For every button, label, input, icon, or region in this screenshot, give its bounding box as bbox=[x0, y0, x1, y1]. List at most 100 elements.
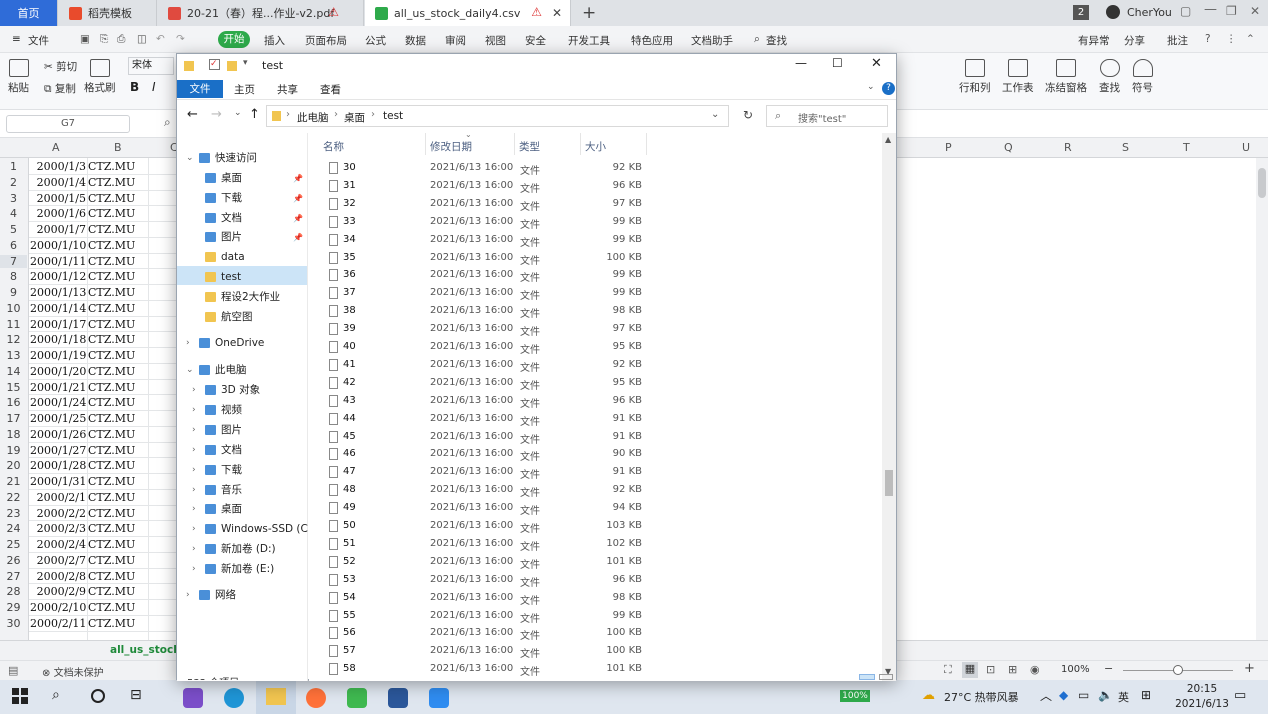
cell-ticker[interactable]: CTZ.MU bbox=[88, 554, 148, 567]
cell-ticker[interactable]: CTZ.MU bbox=[88, 381, 148, 394]
preview-icon[interactable]: ◫ bbox=[137, 33, 147, 45]
row-number[interactable]: 22 bbox=[0, 491, 27, 504]
row-number[interactable]: 21 bbox=[0, 475, 27, 488]
cortana-icon[interactable] bbox=[91, 689, 105, 703]
chevron-right-icon[interactable]: › bbox=[192, 421, 196, 440]
row-number[interactable]: 20 bbox=[0, 459, 27, 472]
qat-dropdown-icon[interactable]: ▾ bbox=[243, 58, 248, 68]
column-header-type[interactable]: 类型 bbox=[519, 139, 540, 154]
search-icon[interactable]: ⌕ bbox=[754, 33, 760, 46]
cell-ticker[interactable]: CTZ.MU bbox=[88, 522, 148, 535]
cell-ticker[interactable]: CTZ.MU bbox=[88, 412, 148, 425]
row-number[interactable]: 27 bbox=[0, 570, 27, 583]
weather-text[interactable]: 27°C 热带风暴 bbox=[944, 689, 1019, 705]
file-row[interactable]: 32 2021/6/13 16:00 文件 97 KB bbox=[327, 196, 657, 214]
clock-time[interactable]: 20:15 bbox=[1172, 683, 1232, 695]
cell-ticker[interactable]: CTZ.MU bbox=[88, 207, 148, 220]
visual-studio-icon[interactable] bbox=[183, 688, 203, 708]
chevron-right-icon[interactable]: › bbox=[192, 500, 196, 519]
menu-review[interactable]: 审阅 bbox=[445, 33, 466, 48]
cell-ticker[interactable]: CTZ.MU bbox=[88, 459, 148, 472]
copy-button[interactable]: ⧉ 复制 bbox=[44, 81, 76, 96]
cell-ticker[interactable]: CTZ.MU bbox=[88, 239, 148, 252]
rows-cols-button[interactable]: 行和列 bbox=[959, 59, 991, 95]
file-row[interactable]: 57 2021/6/13 16:00 文件 100 KB bbox=[327, 643, 657, 661]
file-row[interactable]: 39 2021/6/13 16:00 文件 97 KB bbox=[327, 321, 657, 339]
column-divider[interactable] bbox=[580, 133, 581, 155]
tab-docer[interactable]: 稻壳模板 bbox=[59, 0, 157, 26]
cell-date[interactable]: 2000/2/11 bbox=[30, 617, 86, 630]
help-icon[interactable]: ? bbox=[882, 82, 895, 95]
file-row[interactable]: 56 2021/6/13 16:00 文件 100 KB bbox=[327, 625, 657, 643]
row-number[interactable]: 15 bbox=[0, 381, 27, 394]
cell-date[interactable]: 2000/1/4 bbox=[30, 176, 86, 189]
eye-icon[interactable]: ◉ bbox=[1030, 663, 1040, 676]
find-button[interactable]: 查找 bbox=[1099, 59, 1120, 95]
cut-button[interactable]: ✂ 剪切 bbox=[44, 59, 77, 74]
cell-ticker[interactable]: CTZ.MU bbox=[88, 286, 148, 299]
print-icon[interactable]: ⎙ bbox=[117, 33, 125, 46]
cell-date[interactable]: 2000/2/1 bbox=[30, 491, 86, 504]
row-number[interactable]: 19 bbox=[0, 444, 27, 457]
cell-date[interactable]: 2000/1/3 bbox=[30, 160, 86, 173]
nav-pc-item[interactable]: › 图片 bbox=[192, 421, 242, 440]
redo-icon[interactable]: ↷ bbox=[176, 33, 185, 45]
nav-quick-item[interactable]: 图片 📌 bbox=[205, 228, 303, 247]
page-break-icon[interactable]: ⊡ bbox=[986, 663, 995, 676]
cell-date[interactable]: 2000/2/9 bbox=[30, 585, 86, 598]
file-row[interactable]: 47 2021/6/13 16:00 文件 91 KB bbox=[327, 464, 657, 482]
nav-quick-item[interactable]: 航空图 bbox=[205, 308, 253, 327]
cell-ticker[interactable]: CTZ.MU bbox=[88, 176, 148, 189]
forward-arrow-icon[interactable]: → bbox=[211, 107, 222, 122]
volume-icon[interactable]: 🔈 bbox=[1098, 688, 1113, 702]
nav-network[interactable]: › 网络 bbox=[186, 586, 236, 605]
network-icon[interactable]: ▭ bbox=[1078, 688, 1089, 702]
nav-quick-item[interactable]: test bbox=[205, 268, 241, 287]
nav-pc-item[interactable]: › 视频 bbox=[192, 401, 242, 420]
task-view-icon[interactable]: ⊟ bbox=[130, 687, 142, 703]
row-number[interactable]: 7 bbox=[0, 254, 27, 268]
windows-start-icon[interactable] bbox=[12, 688, 28, 704]
explorer-titlebar[interactable]: ✓ ▾ test — ☐ ✕ bbox=[177, 54, 896, 78]
cell-date[interactable]: 2000/1/11 bbox=[30, 255, 86, 268]
nav-quick-item[interactable]: data bbox=[205, 248, 245, 267]
file-row[interactable]: 40 2021/6/13 16:00 文件 95 KB bbox=[327, 339, 657, 357]
cell-date[interactable]: 2000/1/10 bbox=[30, 239, 86, 252]
tray-app-icon[interactable]: ◆ bbox=[1059, 688, 1068, 702]
wps-icon[interactable] bbox=[429, 688, 449, 708]
file-row[interactable]: 38 2021/6/13 16:00 文件 98 KB bbox=[327, 303, 657, 321]
cell-ticker[interactable]: CTZ.MU bbox=[88, 396, 148, 409]
column-divider[interactable] bbox=[425, 133, 426, 155]
row-number[interactable]: 29 bbox=[0, 601, 27, 614]
status-layout-icon[interactable]: ▤ bbox=[8, 664, 18, 677]
cell-ticker[interactable]: CTZ.MU bbox=[88, 491, 148, 504]
row-number[interactable]: 26 bbox=[0, 554, 27, 567]
cell-ticker[interactable]: CTZ.MU bbox=[88, 444, 148, 457]
file-row[interactable]: 34 2021/6/13 16:00 文件 99 KB bbox=[327, 232, 657, 250]
close-tab-icon[interactable]: ✕ bbox=[552, 6, 562, 20]
nav-quick-item[interactable]: 下载 📌 bbox=[205, 189, 303, 208]
row-number[interactable]: 16 bbox=[0, 396, 27, 409]
scroll-up-icon[interactable]: ▲ bbox=[885, 135, 891, 144]
column-header[interactable]: Q bbox=[1004, 141, 1013, 154]
nav-pc-item[interactable]: › 下载 bbox=[192, 461, 242, 480]
address-dropdown-icon[interactable]: ⌄ bbox=[711, 109, 719, 120]
cell-ticker[interactable]: CTZ.MU bbox=[88, 160, 148, 173]
name-box[interactable]: G7 bbox=[6, 115, 130, 133]
cell-date[interactable]: 2000/2/3 bbox=[30, 522, 86, 535]
row-number[interactable]: 17 bbox=[0, 412, 27, 425]
column-header[interactable]: A bbox=[52, 141, 60, 154]
pin-icon[interactable]: 📌 bbox=[293, 169, 303, 188]
address-bar[interactable]: › 此电脑 › 桌面 › test ⌄ bbox=[266, 105, 729, 127]
cell-ticker[interactable]: CTZ.MU bbox=[88, 538, 148, 551]
nav-quick-access[interactable]: ⌄ 快速访问 bbox=[186, 149, 257, 168]
menu-insert[interactable]: 插入 bbox=[264, 33, 285, 48]
cell-ticker[interactable]: CTZ.MU bbox=[88, 333, 148, 346]
menu-security[interactable]: 安全 bbox=[525, 33, 546, 48]
cell-date[interactable]: 2000/1/26 bbox=[30, 428, 86, 441]
column-header[interactable]: P bbox=[945, 141, 952, 154]
file-row[interactable]: 48 2021/6/13 16:00 文件 92 KB bbox=[327, 482, 657, 500]
cell-date[interactable]: 2000/2/2 bbox=[30, 507, 86, 520]
minimize-icon[interactable]: — bbox=[1204, 2, 1217, 17]
cell-date[interactable]: 2000/1/7 bbox=[30, 223, 86, 236]
